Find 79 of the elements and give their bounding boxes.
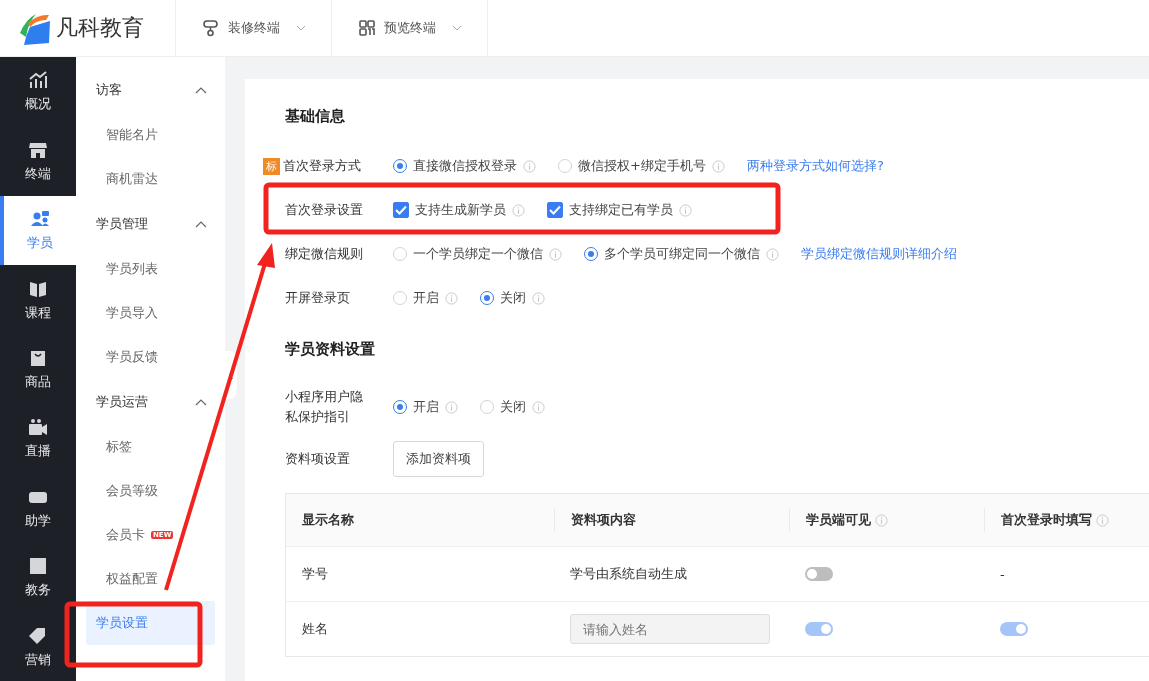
info-icon xyxy=(445,400,458,414)
option-label: 关闭 xyxy=(500,398,526,416)
checkbox[interactable] xyxy=(393,202,409,218)
field-label: 开屏登录页 xyxy=(285,289,350,307)
column-header: 首次登录时填写 xyxy=(1001,511,1092,529)
info-icon xyxy=(679,203,692,217)
option-label: 开启 xyxy=(413,398,439,416)
menu-group[interactable]: 访客 xyxy=(86,67,215,113)
column-header: 学员端可见 xyxy=(806,511,871,529)
option-label: 支持生成新学员 xyxy=(415,201,506,219)
add-item-button[interactable]: 添加资料项 xyxy=(393,441,484,477)
chevron-down-icon xyxy=(295,25,306,31)
option-label: 微信授权+绑定手机号 xyxy=(578,157,706,175)
nav-item[interactable]: 直播 xyxy=(0,404,76,474)
info-icon xyxy=(549,247,562,261)
menu-group[interactable]: 学员运营 xyxy=(86,379,215,425)
tag-badge: 标 xyxy=(263,157,280,175)
header-menu[interactable]: 预览终端 xyxy=(332,0,488,56)
submenu-item[interactable]: 商机雷达 xyxy=(86,157,158,201)
chevron-icon xyxy=(195,86,207,94)
column-header: 资料项内容 xyxy=(571,511,636,529)
logo-text: 凡科教育 xyxy=(56,14,144,42)
chevron-icon xyxy=(195,220,207,228)
nav-item[interactable]: 概况 xyxy=(0,57,76,127)
nav-item[interactable]: 教务 xyxy=(0,543,76,613)
field-label: 首次登录方式 xyxy=(283,157,361,175)
submenu-item[interactable]: 学员列表 xyxy=(86,247,158,291)
option-label: 直接微信授权登录 xyxy=(413,157,517,175)
video-icon xyxy=(28,417,48,438)
submenu-item[interactable]: 权益配置 xyxy=(86,557,158,601)
chart-icon xyxy=(28,70,48,91)
field-label: 资料项设置 xyxy=(285,450,350,468)
info-icon xyxy=(532,400,545,414)
option-label: 关闭 xyxy=(500,289,526,307)
info-icon xyxy=(445,291,458,305)
header-menu[interactable]: 装修终端 xyxy=(176,0,332,56)
nav-item[interactable]: 营销 xyxy=(0,612,76,681)
chevron-down-icon xyxy=(451,25,462,31)
table-cell: 学号 xyxy=(302,565,328,583)
option-label: 多个学员可绑定同一个微信 xyxy=(604,245,760,263)
field-label: 首次登录设置 xyxy=(285,201,363,219)
paint-roller-icon xyxy=(201,19,220,37)
table-cell: - xyxy=(1000,566,1005,582)
nav-item[interactable]: 商品 xyxy=(0,334,76,405)
field-label: 小程序用户隐私保护指引 xyxy=(285,388,364,426)
field-label: 绑定微信规则 xyxy=(285,245,363,263)
chevron-icon xyxy=(195,398,207,406)
nav-item[interactable]: 助学 xyxy=(0,473,76,544)
submenu-item[interactable]: 智能名片 xyxy=(86,113,158,157)
submenu-item[interactable]: 会员等级 xyxy=(86,469,158,513)
info-icon xyxy=(523,159,536,173)
table-cell: 学号由系统自动生成 xyxy=(570,565,687,583)
info-icon xyxy=(512,203,525,217)
section-title: 基础信息 xyxy=(285,107,346,126)
submenu-item[interactable]: 会员卡 xyxy=(86,513,145,557)
info-icon xyxy=(532,291,545,305)
help-link[interactable]: 学员绑定微信规则详细介绍 xyxy=(801,245,957,263)
checkbox[interactable] xyxy=(547,202,563,218)
option-label: 开启 xyxy=(413,289,439,307)
option-label: 支持绑定已有学员 xyxy=(569,201,673,219)
info-icon xyxy=(711,159,725,173)
info-icon xyxy=(766,247,779,261)
submenu-item[interactable]: 学员反馈 xyxy=(86,335,158,379)
submenu-item[interactable]: 学员导入 xyxy=(86,291,158,335)
toggle-switch[interactable] xyxy=(805,567,833,581)
info-icon xyxy=(875,513,888,527)
nav-item[interactable]: 终端 xyxy=(0,126,76,196)
info-icon xyxy=(1096,513,1109,527)
qr-code-icon xyxy=(357,19,376,37)
tag-icon xyxy=(28,625,48,646)
table-cell: 姓名 xyxy=(302,620,328,638)
option-label: 一个学员绑定一个微信 xyxy=(413,245,543,263)
help-link[interactable]: 两种登录方式如何选择? xyxy=(746,157,884,175)
submenu-item[interactable]: 标签 xyxy=(86,425,132,469)
nav-item[interactable]: 学员 xyxy=(0,195,76,266)
nav-item[interactable]: 课程 xyxy=(0,265,76,335)
column-header: 显示名称 xyxy=(302,511,354,529)
menu-group[interactable]: 学员管理 xyxy=(86,201,215,247)
section-title: 学员资料设置 xyxy=(285,340,376,359)
